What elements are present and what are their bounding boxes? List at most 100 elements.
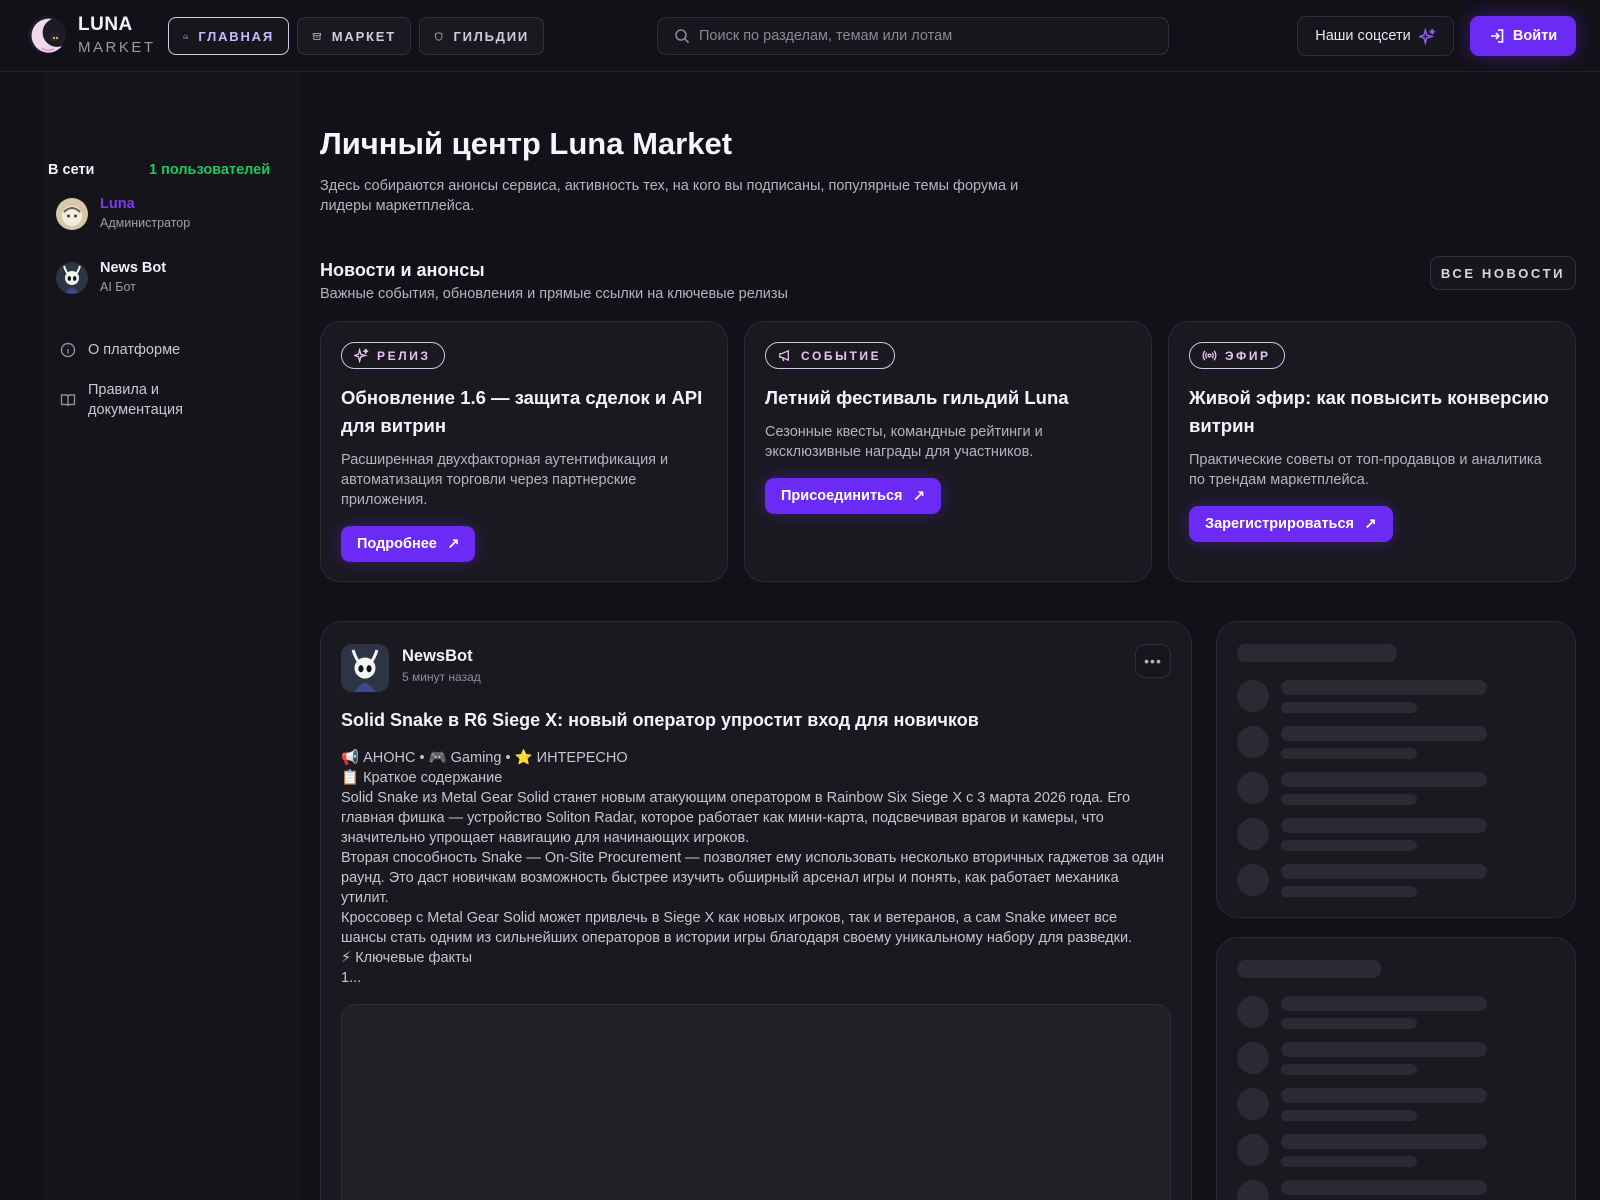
news-card-event: СОБЫТИЕ Летний фестиваль гильдий Luna Се… <box>744 321 1152 582</box>
card-title: Летний фестиваль гильдий Luna <box>765 387 1069 408</box>
post-line: Кроссовер с Metal Gear Solid может привл… <box>341 910 1133 946</box>
skeleton-line <box>1281 772 1487 787</box>
store-icon <box>312 32 321 40</box>
post-line: 1... <box>341 970 362 986</box>
card-title: Обновление 1.6 — защита сделок и API для… <box>341 387 703 436</box>
skeleton-line <box>1281 1042 1487 1057</box>
skeleton-avatar <box>1237 1180 1269 1200</box>
book-icon <box>60 394 76 407</box>
social-label: Наши соцсети <box>1315 28 1411 44</box>
nav-home-label: ГЛАВНАЯ <box>198 28 274 44</box>
moon-cat-logo-icon <box>28 16 66 54</box>
user-name: News Bot <box>100 260 167 276</box>
skeleton-line <box>1281 680 1487 695</box>
search-icon <box>675 29 690 44</box>
skeleton-avatar <box>1237 726 1269 758</box>
skeleton-title <box>1237 960 1381 978</box>
online-title: В сети <box>48 162 95 178</box>
tag-live: ЭФИР <box>1189 342 1285 369</box>
tag-label: ЭФИР <box>1225 348 1271 363</box>
skeleton-avatar <box>1237 1134 1269 1166</box>
online-user-newsbot[interactable]: News Bot AI Бот <box>56 260 166 294</box>
sidebar-link-rules[interactable]: Правила и документация <box>60 380 200 420</box>
all-news-button[interactable]: ВСЕ НОВОСТИ <box>1430 256 1576 290</box>
search-input[interactable] <box>699 28 1139 44</box>
post-line: 📢 АНОНС • 🎮 Gaming • ⭐ ИНТЕРЕСНО <box>341 750 628 766</box>
page-title: Личный центр Luna Market <box>320 126 733 161</box>
logo[interactable]: LUNA MARKET <box>26 14 156 56</box>
post-time: 5 минут назад <box>402 670 481 684</box>
left-sidebar <box>44 72 301 1200</box>
post-title[interactable]: Solid Snake в R6 Siege X: новый оператор… <box>341 710 979 731</box>
card-join-button[interactable]: Присоединиться ↗ <box>765 478 942 514</box>
skeleton-line <box>1281 1110 1417 1121</box>
card-more-button[interactable]: Подробнее ↗ <box>341 526 476 562</box>
skeleton-line <box>1281 864 1487 879</box>
arrow-up-right-icon: ↗ <box>446 536 460 553</box>
skeleton-title <box>1237 644 1397 662</box>
skeleton-line <box>1281 794 1417 805</box>
newsbot-avatar-icon <box>341 644 389 692</box>
post-more-button[interactable]: ••• <box>1135 644 1171 678</box>
arrow-up-right-icon: ↗ <box>1364 516 1377 533</box>
broadcast-icon <box>1202 350 1217 361</box>
card-register-button[interactable]: Зарегистрироваться ↗ <box>1189 506 1393 542</box>
info-icon <box>60 342 76 358</box>
skeleton-line <box>1281 996 1487 1011</box>
skeleton-line <box>1281 886 1417 897</box>
tag-label: РЕЛИЗ <box>377 348 431 363</box>
top-header: LUNA MARKET ГЛАВНАЯ МАРКЕТ ГИЛЬДИИ Наши … <box>0 0 1600 72</box>
login-icon <box>1490 29 1504 43</box>
skeleton-panel-top <box>1216 621 1576 918</box>
login-button[interactable]: Войти <box>1470 16 1576 56</box>
nav-market-label: МАРКЕТ <box>331 28 396 44</box>
newsbot-avatar-icon <box>56 262 88 294</box>
skeleton-line <box>1281 1064 1417 1075</box>
news-section-title: Новости и анонсы <box>320 260 485 280</box>
nav-home[interactable]: ГЛАВНАЯ <box>168 17 289 55</box>
search-box[interactable] <box>657 17 1169 55</box>
skeleton-line <box>1281 702 1417 713</box>
feed-post: NewsBot 5 минут назад ••• Solid Snake в … <box>320 621 1192 1200</box>
skeleton-avatar <box>1237 680 1269 712</box>
online-count: 1 пользователей <box>149 162 271 178</box>
skeleton-line <box>1281 1134 1487 1149</box>
home-icon <box>183 33 188 39</box>
skeleton-line <box>1281 1180 1487 1195</box>
tag-release: РЕЛИЗ <box>341 342 445 369</box>
shield-icon <box>435 31 443 41</box>
luna-avatar-icon <box>56 198 88 230</box>
post-author-avatar[interactable] <box>341 644 389 692</box>
user-name: Luna <box>100 196 135 212</box>
skeleton-panel-bottom <box>1216 937 1576 1200</box>
sparkles-icon <box>354 348 369 363</box>
news-card-live: ЭФИР Живой эфир: как повысить конверсию … <box>1168 321 1576 582</box>
nav-market[interactable]: МАРКЕТ <box>297 17 411 55</box>
skeleton-line <box>1281 840 1417 851</box>
skeleton-avatar <box>1237 1042 1269 1074</box>
online-user-luna[interactable]: Luna Администратор <box>56 196 190 230</box>
post-body: 📢 АНОНС • 🎮 Gaming • ⭐ ИНТЕРЕСНО 📋 Кратк… <box>341 748 1165 988</box>
skeleton-avatar <box>1237 1088 1269 1120</box>
sidebar-link-about[interactable]: О платформе <box>60 340 180 360</box>
more-dots-icon: ••• <box>1144 653 1162 669</box>
tag-event: СОБЫТИЕ <box>765 342 896 369</box>
skeleton-line <box>1281 1018 1417 1029</box>
social-button[interactable]: Наши соцсети <box>1297 16 1454 56</box>
skeleton-line <box>1281 748 1417 759</box>
card-title: Живой эфир: как повысить конверсию витри… <box>1189 387 1549 436</box>
post-author[interactable]: NewsBot <box>402 647 473 666</box>
skeleton-avatar <box>1237 996 1269 1028</box>
page-description: Здесь собираются анонсы сервиса, активно… <box>320 178 1019 214</box>
nav-guilds[interactable]: ГИЛЬДИИ <box>419 17 544 55</box>
skeleton-line <box>1281 1088 1487 1103</box>
sidebar-link-label: О платформе <box>88 342 181 358</box>
megaphone-icon <box>779 349 789 362</box>
skeleton-avatar <box>1237 772 1269 804</box>
user-role: AI Бот <box>100 280 136 294</box>
post-line: ⚡ Ключевые факты <box>341 950 473 966</box>
sidebar-link-label: Правила и документация <box>88 382 183 418</box>
skeleton-avatar <box>1237 864 1269 896</box>
user-role: Администратор <box>100 216 191 230</box>
post-line: Вторая способность Snake — On-Site Procu… <box>341 850 1165 906</box>
